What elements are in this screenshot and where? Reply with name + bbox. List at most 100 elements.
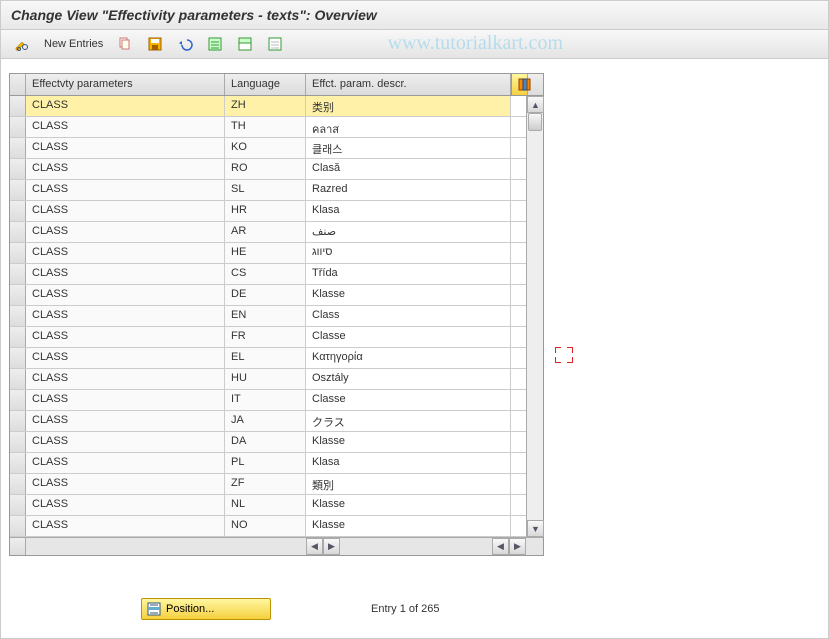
cell-descr[interactable]: Klasa bbox=[306, 201, 511, 221]
cell-descr[interactable]: Klasse bbox=[306, 516, 511, 536]
table-row[interactable]: CLASSJAクラス bbox=[10, 411, 526, 432]
table-row[interactable]: CLASSNOKlasse bbox=[10, 516, 526, 537]
table-row[interactable]: CLASSNLKlasse bbox=[10, 495, 526, 516]
new-entries-button[interactable]: New Entries bbox=[39, 35, 108, 53]
cell-param[interactable]: CLASS bbox=[26, 495, 225, 515]
cell-param[interactable]: CLASS bbox=[26, 474, 225, 494]
horizontal-scrollbar-left[interactable]: ◀ ▶ bbox=[306, 538, 340, 555]
row-selector[interactable] bbox=[10, 369, 26, 389]
cell-descr[interactable]: Klasse bbox=[306, 432, 511, 452]
col-header-param[interactable]: Effectvty parameters bbox=[26, 74, 225, 95]
cell-descr[interactable]: Klasse bbox=[306, 285, 511, 305]
cell-param[interactable]: CLASS bbox=[26, 222, 225, 242]
cell-param[interactable]: CLASS bbox=[26, 285, 225, 305]
cell-lang[interactable]: AR bbox=[225, 222, 306, 242]
table-row[interactable]: CLASSHRKlasa bbox=[10, 201, 526, 222]
row-selector-header[interactable] bbox=[10, 74, 26, 95]
cell-lang[interactable]: DE bbox=[225, 285, 306, 305]
row-selector[interactable] bbox=[10, 180, 26, 200]
scroll-right-button[interactable]: ▶ bbox=[323, 538, 340, 555]
cell-descr[interactable]: Classe bbox=[306, 390, 511, 410]
cell-param[interactable]: CLASS bbox=[26, 201, 225, 221]
row-selector[interactable] bbox=[10, 474, 26, 494]
table-row[interactable]: CLASSZH类别 bbox=[10, 96, 526, 117]
save-button[interactable] bbox=[142, 33, 168, 55]
scroll-left-button-2[interactable]: ◀ bbox=[492, 538, 509, 555]
cell-lang[interactable]: SL bbox=[225, 180, 306, 200]
row-selector[interactable] bbox=[10, 411, 26, 431]
scroll-down-button[interactable]: ▼ bbox=[527, 520, 544, 537]
cell-lang[interactable]: PL bbox=[225, 453, 306, 473]
scroll-left-button[interactable]: ◀ bbox=[306, 538, 323, 555]
cell-param[interactable]: CLASS bbox=[26, 264, 225, 284]
row-selector[interactable] bbox=[10, 96, 26, 116]
table-row[interactable]: CLASSFRClasse bbox=[10, 327, 526, 348]
cell-descr[interactable]: Class bbox=[306, 306, 511, 326]
table-row[interactable]: CLASSDAKlasse bbox=[10, 432, 526, 453]
cell-descr[interactable]: 类别 bbox=[306, 96, 511, 116]
cell-param[interactable]: CLASS bbox=[26, 306, 225, 326]
deselect-all-button[interactable] bbox=[262, 33, 288, 55]
cell-param[interactable]: CLASS bbox=[26, 180, 225, 200]
cell-param[interactable]: CLASS bbox=[26, 411, 225, 431]
cell-descr[interactable]: Osztály bbox=[306, 369, 511, 389]
cell-descr[interactable]: Klasa bbox=[306, 453, 511, 473]
cell-descr[interactable]: クラス bbox=[306, 411, 511, 431]
scroll-right-button-2[interactable]: ▶ bbox=[509, 538, 526, 555]
cell-param[interactable]: CLASS bbox=[26, 117, 225, 137]
cell-lang[interactable]: HE bbox=[225, 243, 306, 263]
cell-lang[interactable]: CS bbox=[225, 264, 306, 284]
table-row[interactable]: CLASSSLRazred bbox=[10, 180, 526, 201]
cell-lang[interactable]: KO bbox=[225, 138, 306, 158]
vscroll-thumb[interactable] bbox=[528, 113, 542, 131]
cell-descr[interactable]: صنف bbox=[306, 222, 511, 242]
cell-lang[interactable]: FR bbox=[225, 327, 306, 347]
cell-param[interactable]: CLASS bbox=[26, 369, 225, 389]
row-selector[interactable] bbox=[10, 285, 26, 305]
horizontal-scrollbar-right[interactable]: ◀ ▶ bbox=[492, 538, 526, 555]
cell-descr[interactable]: Clasă bbox=[306, 159, 511, 179]
table-row[interactable]: CLASSHUOsztály bbox=[10, 369, 526, 390]
row-selector[interactable] bbox=[10, 390, 26, 410]
table-row[interactable]: CLASSDEKlasse bbox=[10, 285, 526, 306]
table-row[interactable]: CLASSITClasse bbox=[10, 390, 526, 411]
cell-param[interactable]: CLASS bbox=[26, 516, 225, 536]
vscroll-track[interactable] bbox=[527, 113, 543, 520]
table-row[interactable]: CLASSARصنف bbox=[10, 222, 526, 243]
row-selector[interactable] bbox=[10, 495, 26, 515]
cell-descr[interactable]: סיווג bbox=[306, 243, 511, 263]
row-selector[interactable] bbox=[10, 117, 26, 137]
cell-lang[interactable]: HR bbox=[225, 201, 306, 221]
cell-lang[interactable]: ZF bbox=[225, 474, 306, 494]
cell-lang[interactable]: DA bbox=[225, 432, 306, 452]
cell-param[interactable]: CLASS bbox=[26, 159, 225, 179]
cell-param[interactable]: CLASS bbox=[26, 96, 225, 116]
cell-lang[interactable]: HU bbox=[225, 369, 306, 389]
position-button[interactable]: Position... bbox=[141, 598, 271, 620]
table-row[interactable]: CLASSCSTřída bbox=[10, 264, 526, 285]
row-selector[interactable] bbox=[10, 453, 26, 473]
table-row[interactable]: CLASSENClass bbox=[10, 306, 526, 327]
cell-param[interactable]: CLASS bbox=[26, 327, 225, 347]
table-row[interactable]: CLASSPLKlasa bbox=[10, 453, 526, 474]
cell-descr[interactable]: คลาส bbox=[306, 117, 511, 137]
cell-lang[interactable]: EL bbox=[225, 348, 306, 368]
cell-descr[interactable]: Třída bbox=[306, 264, 511, 284]
col-header-lang[interactable]: Language bbox=[225, 74, 306, 95]
cell-descr[interactable]: Klasse bbox=[306, 495, 511, 515]
cell-lang[interactable]: TH bbox=[225, 117, 306, 137]
row-selector[interactable] bbox=[10, 159, 26, 179]
cell-lang[interactable]: IT bbox=[225, 390, 306, 410]
cell-param[interactable]: CLASS bbox=[26, 243, 225, 263]
select-block-button[interactable] bbox=[232, 33, 258, 55]
table-settings-button[interactable] bbox=[511, 74, 528, 95]
scroll-up-button[interactable]: ▲ bbox=[527, 96, 544, 113]
table-row[interactable]: CLASSHEסיווג bbox=[10, 243, 526, 264]
select-all-button[interactable] bbox=[202, 33, 228, 55]
cell-lang[interactable]: JA bbox=[225, 411, 306, 431]
cell-lang[interactable]: RO bbox=[225, 159, 306, 179]
table-row[interactable]: CLASSROClasă bbox=[10, 159, 526, 180]
cell-lang[interactable]: EN bbox=[225, 306, 306, 326]
col-header-descr[interactable]: Effct. param. descr. bbox=[306, 74, 511, 95]
vertical-scrollbar[interactable]: ▲ ▼ bbox=[526, 96, 543, 537]
